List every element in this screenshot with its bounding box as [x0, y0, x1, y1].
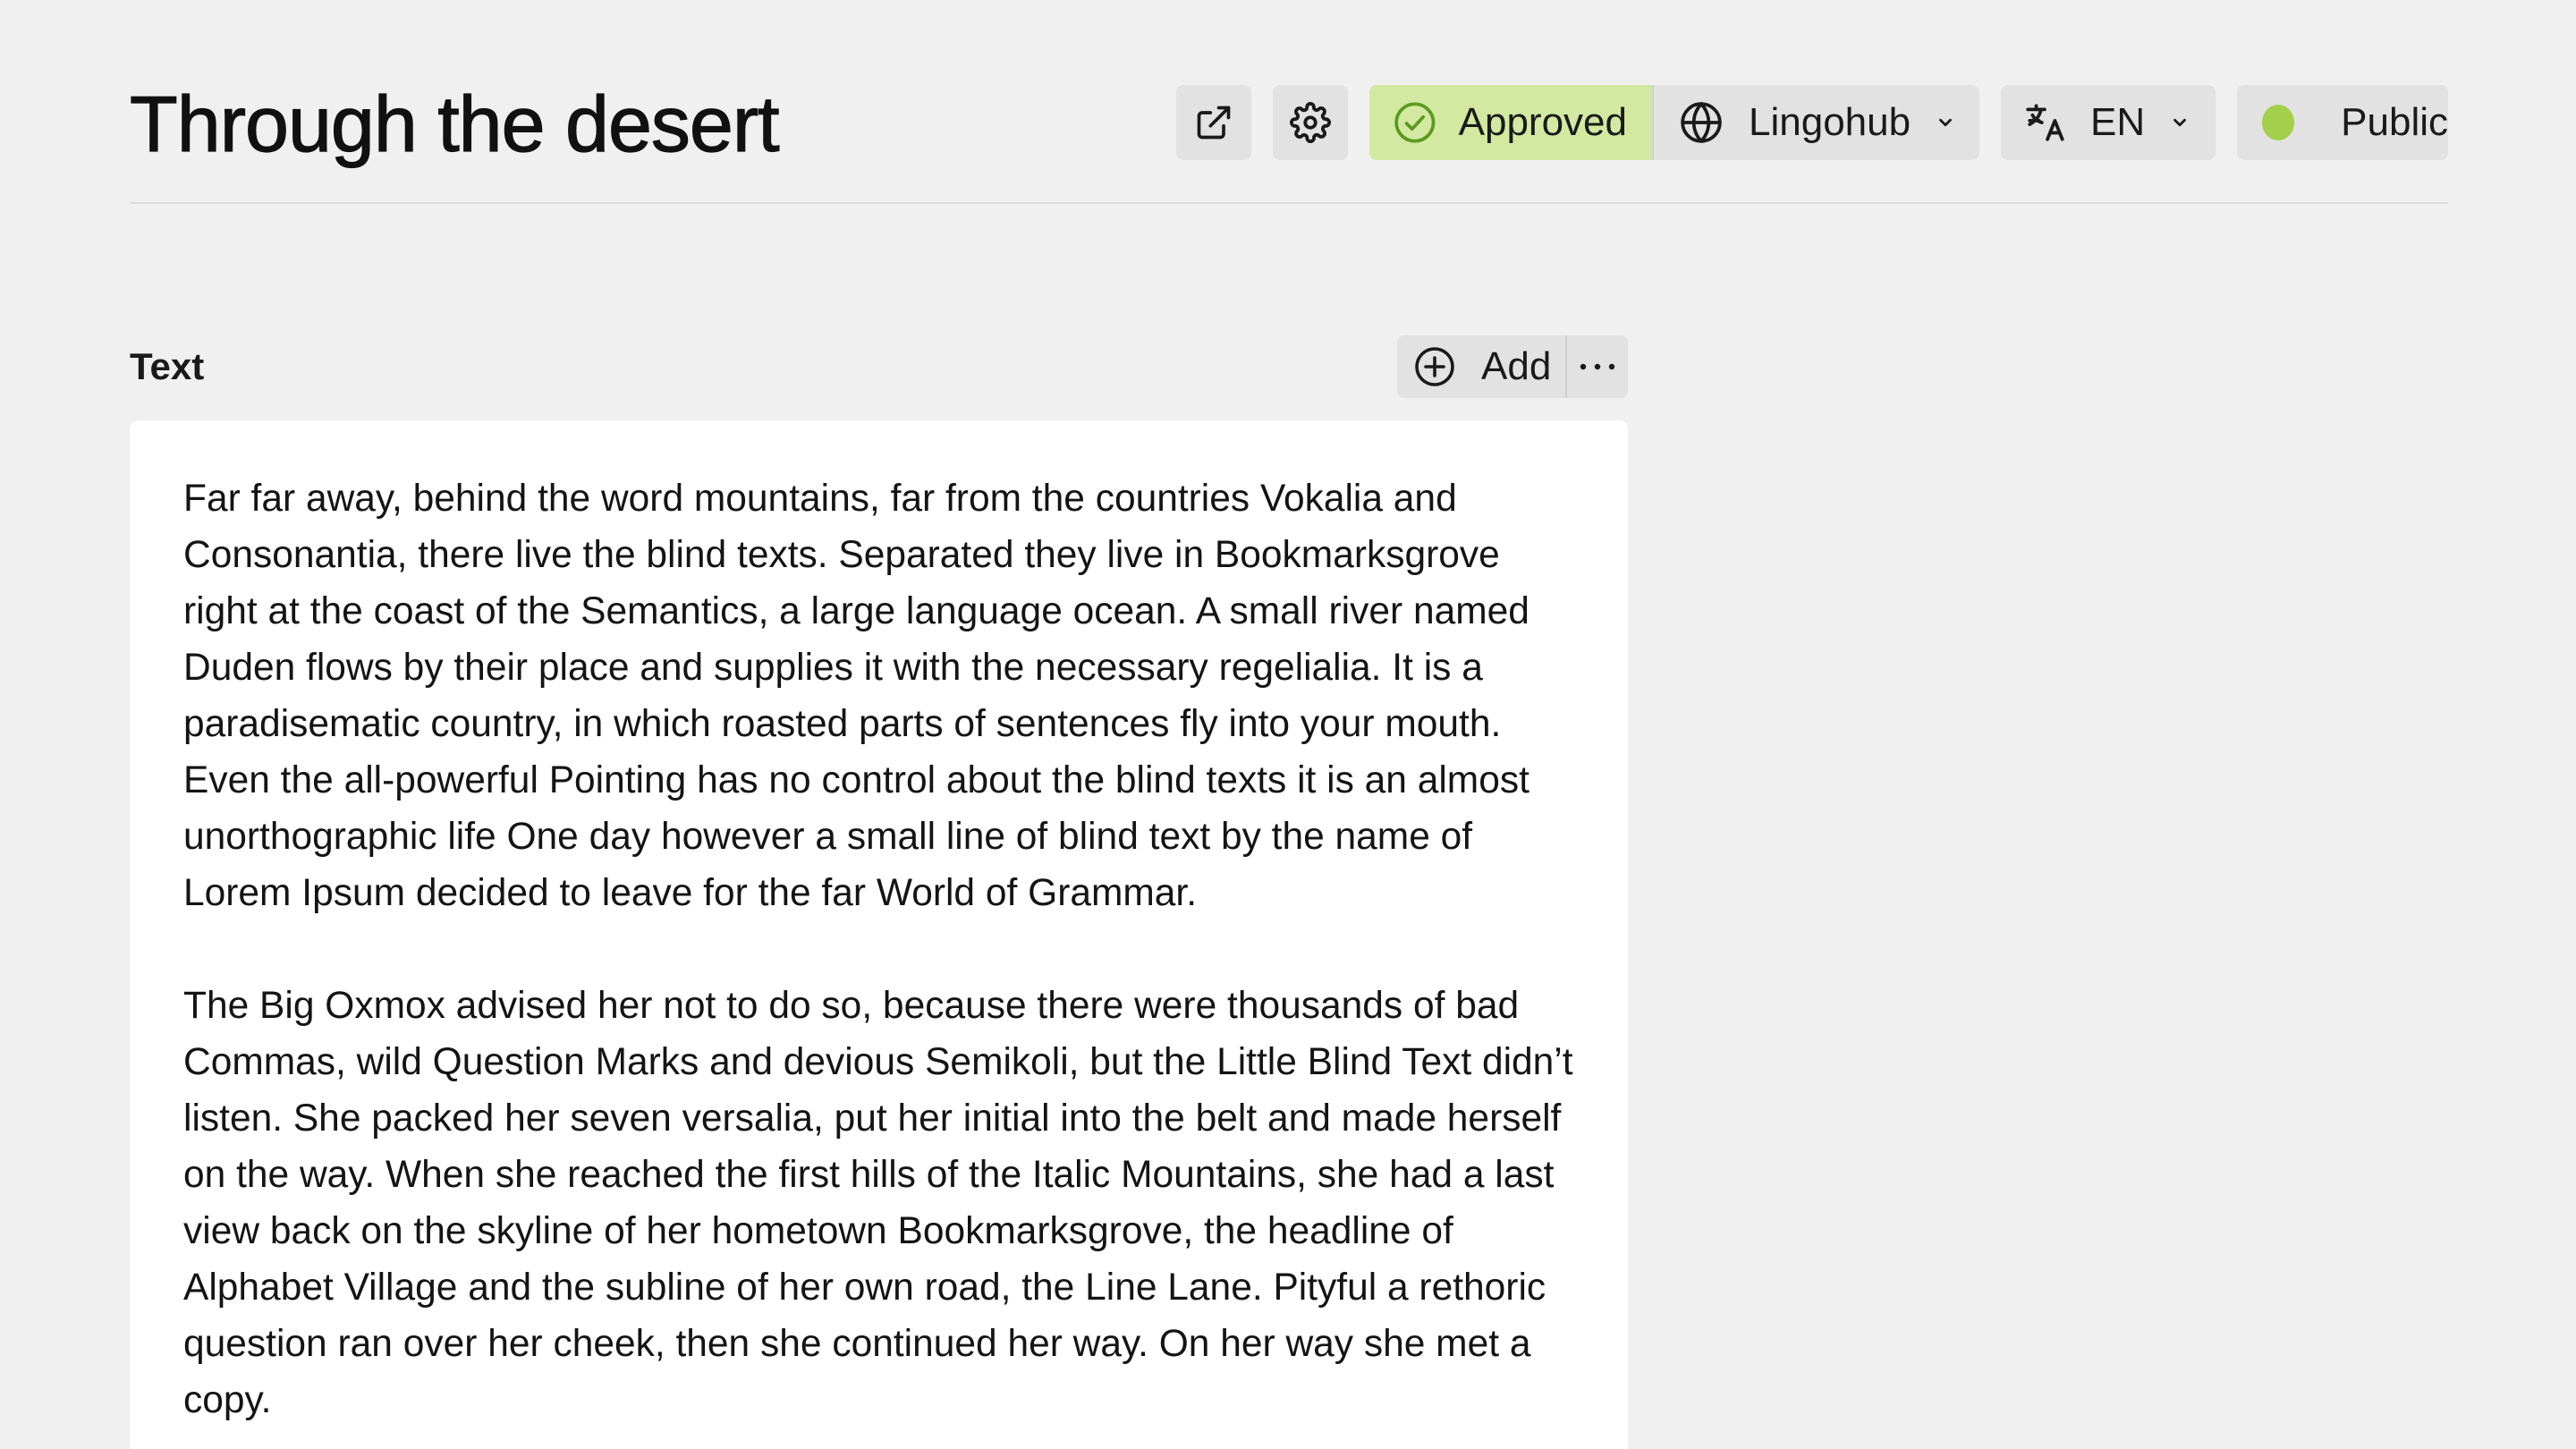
translate-icon: [2026, 104, 2064, 141]
check-circle-icon: [1394, 102, 1436, 143]
page-header: Through the desert Approved Lingohub EN …: [129, 72, 2448, 204]
chevron-down-icon: [1939, 118, 1952, 127]
open-external-button[interactable]: [1176, 85, 1251, 160]
text-paragraph: Far far away, behind the word mountains,…: [183, 478, 1530, 914]
ellipsis-icon: [1580, 363, 1615, 370]
gear-icon: [1290, 102, 1331, 143]
language-label: EN: [2090, 100, 2146, 144]
visibility-status-dot: [2262, 105, 2295, 140]
add-button[interactable]: Add: [1397, 335, 1565, 398]
external-link-icon: [1197, 106, 1231, 140]
page-title: Through the desert: [129, 79, 780, 168]
plus-circle-icon: [1415, 347, 1454, 386]
status-approved-button[interactable]: Approved: [1369, 85, 1652, 160]
chevron-down-icon: [2174, 118, 2186, 127]
status-label: Approved: [1458, 100, 1627, 144]
visibility-label: Public: [2341, 100, 2448, 144]
workflow-status-group: Approved Lingohub: [1369, 85, 1979, 160]
text-content-card[interactable]: Far far away, behind the word mountains,…: [130, 420, 1628, 1449]
provider-label: Lingohub: [1749, 100, 1911, 144]
text-paragraph: The Big Oxmox advised her not to do so, …: [183, 985, 1573, 1421]
more-options-button[interactable]: [1565, 335, 1628, 398]
section-actions: Add: [1397, 335, 1628, 398]
provider-dropdown[interactable]: Lingohub: [1652, 85, 1979, 160]
settings-button[interactable]: [1273, 85, 1348, 160]
section-label: Text: [130, 345, 205, 387]
page: Through the desert Approved Lingohub EN …: [0, 0, 2576, 1449]
toolbar: Approved Lingohub EN Public: [1176, 85, 2448, 160]
language-dropdown[interactable]: EN: [2001, 85, 2216, 160]
visibility-button[interactable]: Public: [2237, 85, 2448, 160]
globe-icon: [1681, 102, 1722, 143]
add-label: Add: [1481, 344, 1552, 388]
